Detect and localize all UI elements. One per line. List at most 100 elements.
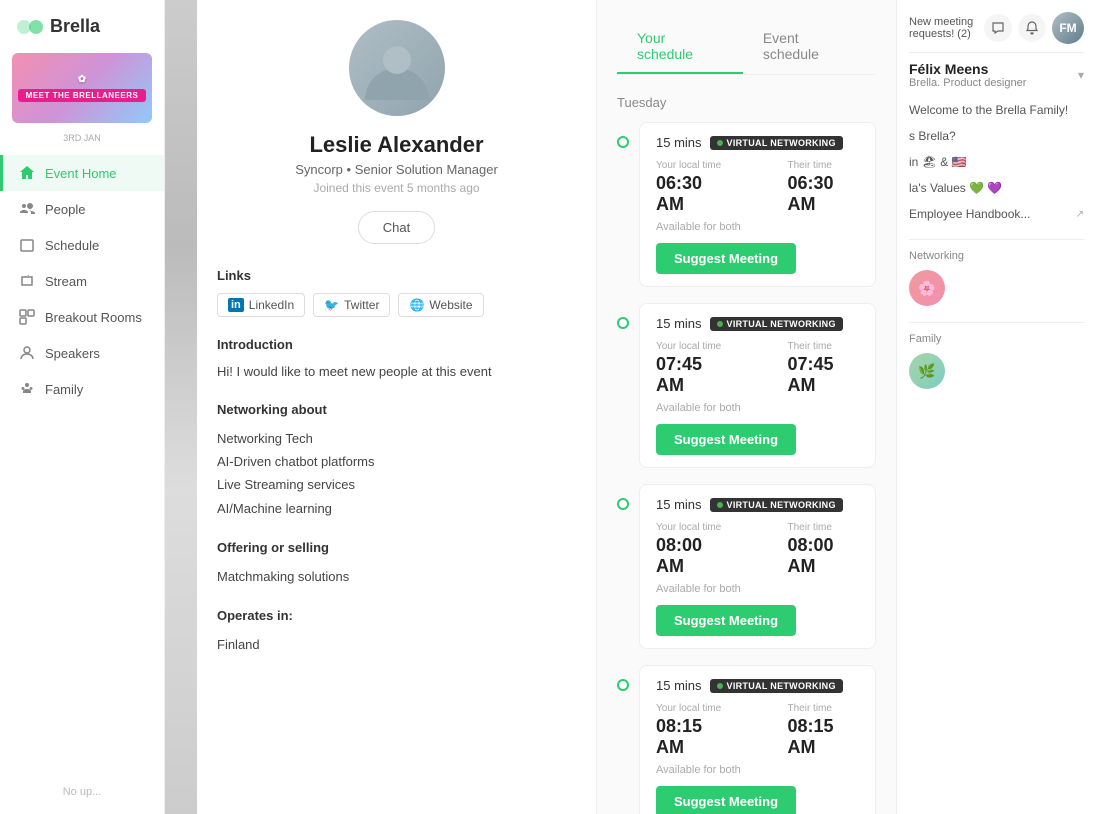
avatar: [349, 20, 445, 116]
right-user-header: Félix Meens Brella. Product designer ▾: [909, 61, 1084, 89]
their-time-col: Their time 07:45 AM: [788, 341, 860, 396]
sidebar-item-schedule[interactable]: Schedule: [0, 227, 164, 263]
local-time-value: 07:45 AM: [656, 354, 728, 396]
slot-duration: 15 mins: [656, 135, 702, 150]
website-icon: 🌐: [409, 298, 424, 312]
family-label-right: Family: [909, 333, 1084, 345]
slot-header: 15 mins VIRTUAL NETWORKING: [656, 135, 859, 150]
sidebar-item-stream[interactable]: Stream: [0, 263, 164, 299]
slot-times: Your local time 08:15 AM Their time 08:1…: [656, 703, 859, 758]
website-link[interactable]: 🌐 Website: [398, 293, 483, 317]
local-time-label: Your local time: [656, 522, 728, 533]
networking-avatars: 🌸: [909, 270, 1084, 306]
sidebar-label-stream: Stream: [45, 274, 87, 289]
notification-text: New meeting requests! (2): [909, 16, 984, 40]
sidebar-label-family: Family: [45, 382, 83, 397]
external-link-icon[interactable]: ↗: [1076, 207, 1084, 222]
right-messages: Welcome to the Brella Family! s Brella? …: [909, 101, 1084, 223]
chevron-down-icon[interactable]: ▾: [1078, 68, 1084, 82]
twitter-label: Twitter: [344, 298, 379, 312]
slot-header: 15 mins VIRTUAL NETWORKING: [656, 678, 859, 693]
their-time-label: Their time: [788, 703, 860, 714]
slot-duration: 15 mins: [656, 316, 702, 331]
slot-card: 15 mins VIRTUAL NETWORKING Your local ti…: [639, 303, 876, 468]
list-item: Finland: [217, 633, 576, 656]
schedule-panel: Your schedule Event schedule Tuesday 15 …: [597, 0, 896, 814]
notification-icon[interactable]: [1018, 14, 1046, 42]
their-time-value: 06:30 AM: [788, 173, 860, 215]
event-banner: ✿ MEET THE BRELLANEERS: [12, 53, 152, 123]
linkedin-link[interactable]: in LinkedIn: [217, 293, 305, 317]
sidebar-item-event-home[interactable]: Event Home: [0, 155, 164, 191]
virtual-label: VIRTUAL NETWORKING: [727, 319, 836, 329]
right-user-info: Félix Meens Brella. Product designer: [909, 61, 1026, 89]
operates-section: Operates in: Finland: [217, 608, 576, 656]
networking-list: Networking Tech AI-Driven chatbot platfo…: [217, 427, 576, 521]
sidebar-label-people: People: [45, 202, 85, 217]
profile-title: Senior Solution Manager: [355, 162, 498, 177]
list-item: Networking Tech: [217, 427, 576, 450]
suggest-meeting-button[interactable]: Suggest Meeting: [656, 424, 796, 455]
website-label: Website: [429, 298, 472, 312]
twitter-link[interactable]: 🐦 Twitter: [313, 293, 390, 317]
suggest-meeting-button[interactable]: Suggest Meeting: [656, 786, 796, 814]
virtual-label: VIRTUAL NETWORKING: [727, 500, 836, 510]
breakout-icon: [19, 309, 35, 325]
available-text: Available for both: [656, 583, 859, 595]
sidebar-item-family[interactable]: Family: [0, 371, 164, 407]
right-user-role: Brella. Product designer: [909, 77, 1026, 89]
profile-company: Syncorp: [295, 162, 343, 177]
sidebar-label-schedule: Schedule: [45, 238, 99, 253]
introduction-section: Introduction Hi! I would like to meet ne…: [217, 337, 576, 382]
their-time-value: 07:45 AM: [788, 354, 860, 396]
slot-card: 15 mins VIRTUAL NETWORKING Your local ti…: [639, 484, 876, 649]
slot-times: Your local time 08:00 AM Their time 08:0…: [656, 522, 859, 577]
local-time-value: 08:00 AM: [656, 535, 728, 577]
profile-name: Leslie Alexander: [217, 132, 576, 158]
right-message-5: Employee Handbook... ↗: [909, 205, 1084, 223]
local-time-col: Your local time 07:45 AM: [656, 341, 728, 396]
family-section-right: Family 🌿: [909, 322, 1084, 389]
chat-icon[interactable]: [984, 14, 1012, 42]
tab-your-schedule[interactable]: Your schedule: [617, 20, 743, 74]
their-time-label: Their time: [788, 522, 860, 533]
app-logo: Brella: [0, 0, 164, 53]
virtual-label: VIRTUAL NETWORKING: [727, 138, 836, 148]
sidebar-item-breakout-rooms[interactable]: Breakout Rooms: [0, 299, 164, 335]
avatar-1: 🌸: [909, 270, 945, 306]
timeline-dot: [617, 679, 629, 691]
virtual-badge: VIRTUAL NETWORKING: [710, 136, 843, 150]
their-time-col: Their time 08:00 AM: [788, 522, 860, 577]
sidebar-item-speakers[interactable]: Speakers: [0, 335, 164, 371]
sidebar-label-speakers: Speakers: [45, 346, 100, 361]
local-time-value: 06:30 AM: [656, 173, 728, 215]
suggest-meeting-button[interactable]: Suggest Meeting: [656, 243, 796, 274]
virtual-dot: [717, 502, 723, 508]
chat-button[interactable]: Chat: [358, 211, 435, 244]
introduction-title: Introduction: [217, 337, 576, 352]
available-text: Available for both: [656, 402, 859, 414]
user-avatar[interactable]: FM: [1052, 12, 1084, 44]
profile-role: Syncorp • Senior Solution Manager: [217, 162, 576, 177]
their-time-col: Their time 08:15 AM: [788, 703, 860, 758]
sidebar-item-people[interactable]: People: [0, 191, 164, 227]
profile-role-separator: •: [347, 162, 355, 177]
virtual-badge: VIRTUAL NETWORKING: [710, 679, 843, 693]
timeline-dot: [617, 317, 629, 329]
time-slot-row: 15 mins VIRTUAL NETWORKING Your local ti…: [617, 303, 876, 468]
schedule-tabs: Your schedule Event schedule: [617, 20, 876, 75]
tab-event-schedule[interactable]: Event schedule: [743, 20, 876, 74]
banner-ribbon-text: MEET THE BRELLANEERS: [18, 89, 147, 102]
local-time-label: Your local time: [656, 160, 728, 171]
list-item: AI/Machine learning: [217, 497, 576, 520]
profile-avatar-wrapper: [217, 20, 576, 116]
their-time-col: Their time 06:30 AM: [788, 160, 860, 215]
family-icon: [19, 381, 35, 397]
slot-times: Your local time 06:30 AM Their time 06:3…: [656, 160, 859, 215]
profile-panel: Leslie Alexander Syncorp • Senior Soluti…: [197, 0, 597, 814]
virtual-dot: [717, 140, 723, 146]
suggest-meeting-button[interactable]: Suggest Meeting: [656, 605, 796, 636]
right-user-name: Félix Meens: [909, 61, 1026, 77]
slot-card: 15 mins VIRTUAL NETWORKING Your local ti…: [639, 665, 876, 814]
local-time-col: Your local time 08:15 AM: [656, 703, 728, 758]
